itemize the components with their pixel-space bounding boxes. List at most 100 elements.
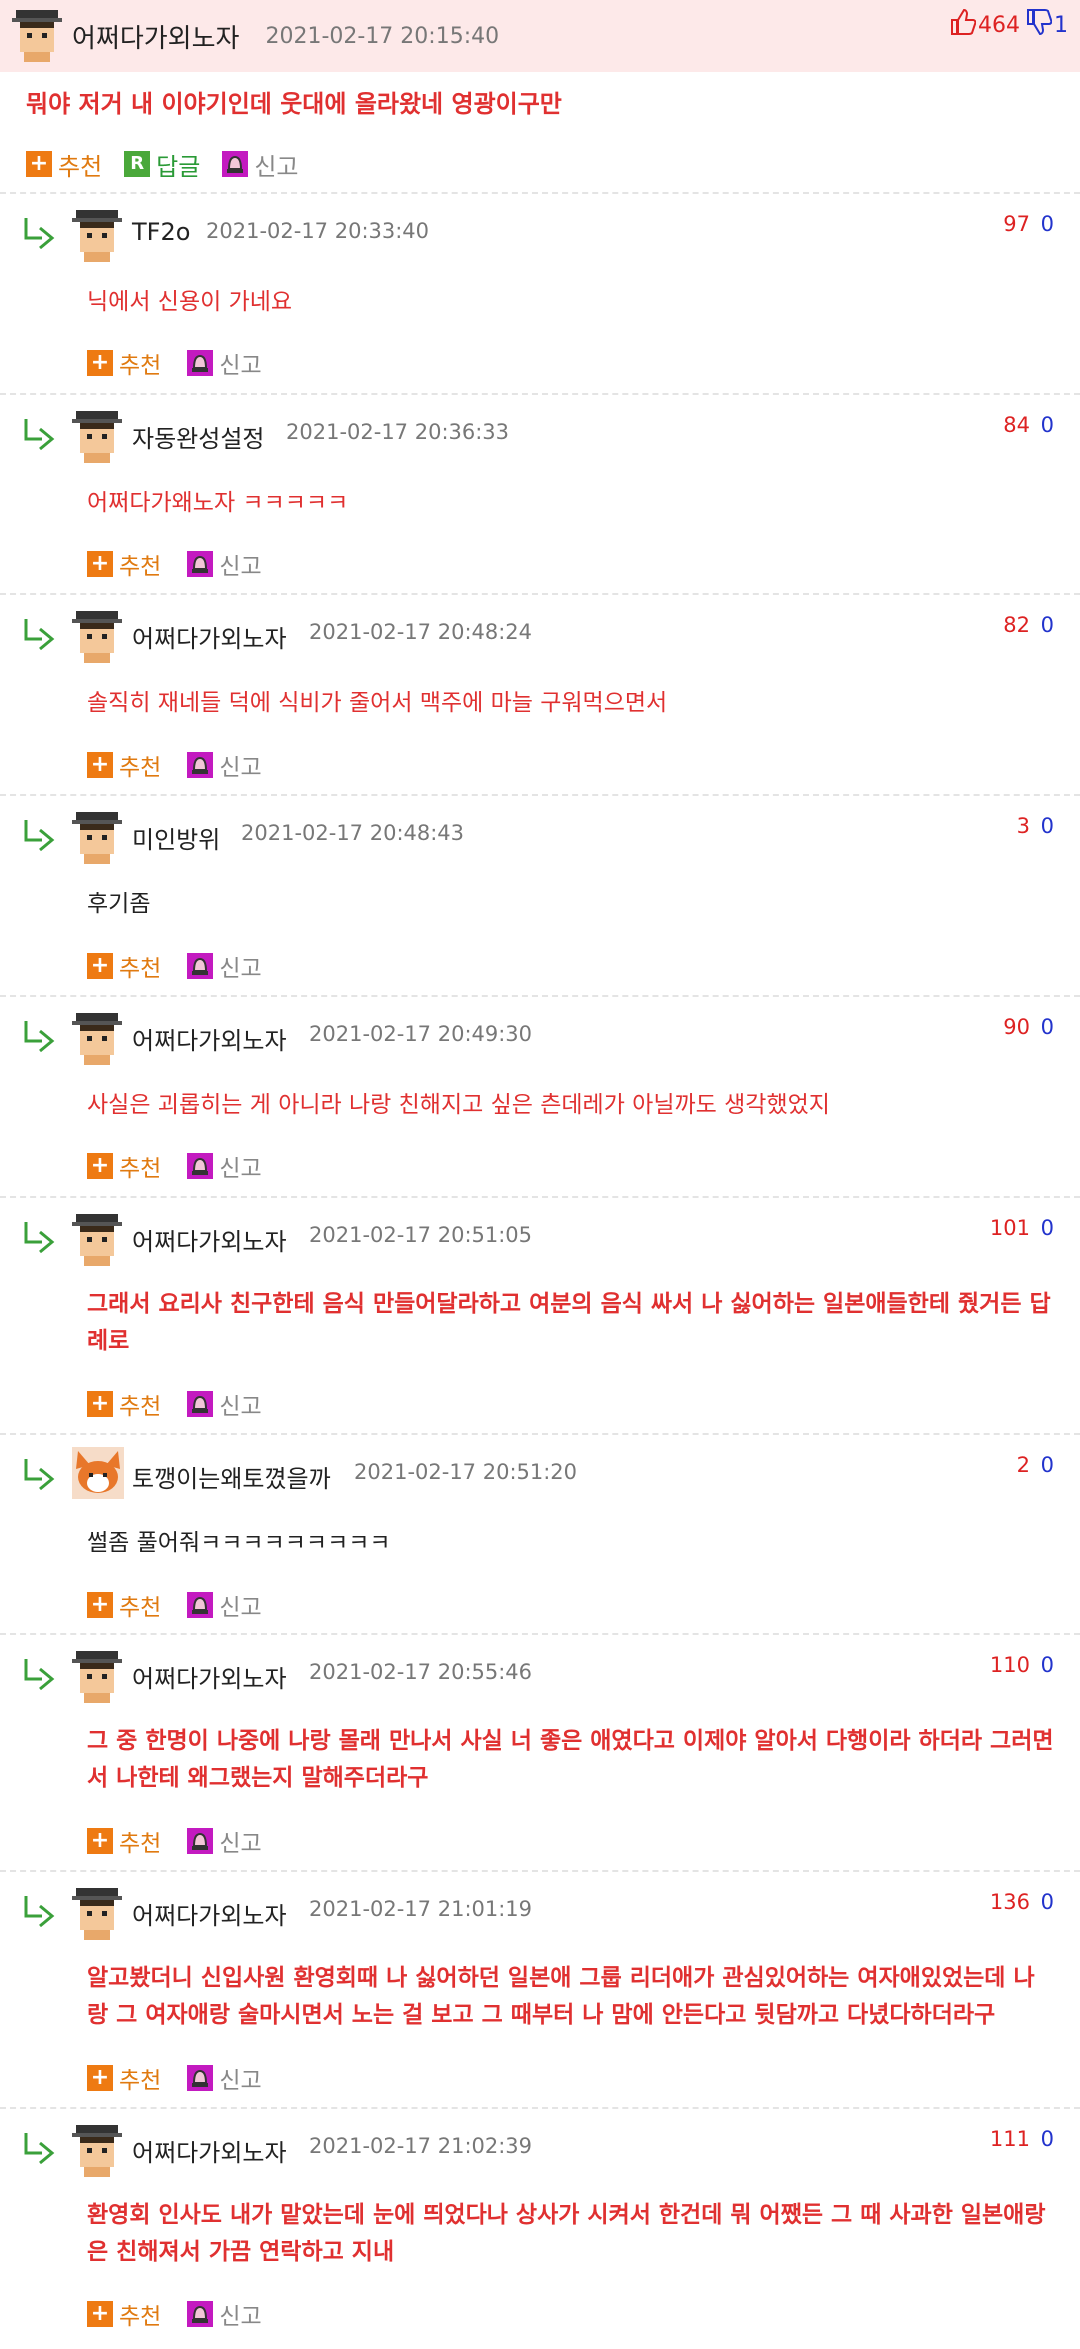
recommend-button[interactable]: + 추천 (87, 748, 161, 782)
reply-arrow-icon (22, 1455, 58, 1491)
report-button[interactable]: 신고 (187, 2061, 262, 2095)
reply-item: 미인방위 2021-02-17 20:48:43 3 0 후기좀 + 추천 신고 (0, 794, 1080, 995)
reply-actions: + 추천 신고 (87, 949, 262, 983)
thumbs-up-icon[interactable] (950, 8, 977, 42)
avatar[interactable] (72, 1647, 122, 1707)
reply-actions: + 추천 신고 (87, 2061, 262, 2095)
reply-upvote-count: 136 (989, 1890, 1030, 1914)
reply-arrow-icon (22, 615, 58, 651)
comment-actions: + 추천 R 답글 신고 (0, 136, 1080, 192)
reply-nickname[interactable]: 어쩌다가외노자 (132, 1659, 287, 1694)
reply-nickname[interactable]: 어쩌다가외노자 (132, 1896, 287, 1931)
reply-item: 토깽이는왜토꼈을까 2021-02-17 20:51:20 2 0 썰좀 풀어줘ㅋㅋㅋ… (0, 1433, 1080, 1633)
reply-downvote-count: 0 (1040, 1453, 1054, 1477)
reply-votes: 90 0 (1003, 1015, 1054, 1039)
recommend-button[interactable]: + 추천 (87, 1149, 161, 1183)
avatar[interactable] (72, 1210, 122, 1270)
main-comment-header: 어쩌다가외노자 2021-02-17 20:15:40 464 1 (0, 0, 1080, 72)
reply-votes: 3 0 (1017, 814, 1054, 838)
reply-text: 사실은 괴롭히는 게 아니라 나랑 친해지고 싶은 츤데레가 아닐까도 생각했었… (87, 1092, 830, 1118)
siren-icon (187, 350, 214, 376)
reply-nickname[interactable]: 어쩌다가외노자 (132, 2133, 287, 2168)
avatar[interactable] (72, 407, 122, 467)
reply-date: 2021-02-17 20:33:40 (206, 219, 430, 243)
avatar[interactable] (72, 1447, 124, 1503)
reply-item: 어쩌다가외노자 2021-02-17 21:02:39 111 0 환영회 인사도 내… (0, 2107, 1080, 2349)
recommend-button[interactable]: + 추천 (26, 147, 102, 182)
reply-item: 어쩌다가외노자 2021-02-17 20:48:24 82 0 솔직히 재네들 덕에… (0, 593, 1080, 794)
avatar[interactable] (72, 2121, 122, 2181)
reply-date: 2021-02-17 20:36:33 (286, 420, 510, 444)
recommend-button[interactable]: + 추천 (87, 2297, 161, 2331)
report-button[interactable]: 신고 (187, 1588, 262, 1622)
reply-arrow-icon (22, 1218, 58, 1254)
reply-nickname[interactable]: 어쩌다가외노자 (132, 619, 287, 654)
reply-upvote-count: 3 (1016, 814, 1030, 838)
reply-votes: 82 0 (1003, 613, 1054, 637)
reply-date: 2021-02-17 20:48:24 (309, 620, 533, 644)
report-button[interactable]: 신고 (187, 1824, 262, 1858)
author-nickname[interactable]: 어쩌다가외노자 (72, 18, 239, 55)
reply-upvote-count: 84 (1003, 413, 1030, 437)
recommend-button[interactable]: + 추천 (87, 1588, 161, 1622)
reply-actions: + 추천 신고 (87, 748, 262, 782)
avatar[interactable] (72, 607, 122, 667)
avatar[interactable] (72, 206, 122, 266)
reply-actions: + 추천 신고 (87, 1824, 262, 1858)
recommend-button[interactable]: + 추천 (87, 346, 161, 380)
siren-icon (187, 1391, 214, 1417)
reply-votes: 97 0 (1003, 212, 1054, 236)
siren-icon (187, 752, 214, 778)
plus-icon: + (87, 1391, 113, 1417)
report-button[interactable]: 신고 (187, 2297, 262, 2331)
reply-nickname[interactable]: 자동완성설정 (132, 419, 264, 454)
recommend-button[interactable]: + 추천 (87, 2061, 161, 2095)
reply-text: 솔직히 재네들 덕에 식비가 줄어서 맥주에 마늘 구워먹으면서 (87, 690, 668, 716)
report-button[interactable]: 신고 (222, 147, 299, 182)
reply-nickname[interactable]: 미인방위 (132, 820, 220, 855)
reply-date: 2021-02-17 21:01:19 (309, 1897, 533, 1921)
comment-text: 뭐야 저거 내 이야기인데 웃대에 올라왔네 영광이구만 (26, 90, 562, 118)
reply-item: 어쩌다가외노자 2021-02-17 20:49:30 90 0 사실은 괴롭히는 게… (0, 995, 1080, 1196)
recommend-button[interactable]: + 추천 (87, 1387, 161, 1421)
reply-upvote-count: 2 (1016, 1453, 1030, 1477)
report-button[interactable]: 신고 (187, 949, 262, 983)
reply-actions: + 추천 신고 (87, 346, 262, 380)
report-button[interactable]: 신고 (187, 1387, 262, 1421)
reply-date: 2021-02-17 20:49:30 (309, 1022, 533, 1046)
siren-icon (187, 1592, 214, 1618)
avatar[interactable] (72, 1009, 122, 1069)
plus-icon: + (26, 151, 52, 177)
upvote-count: 464 (978, 12, 1020, 38)
reply-arrow-icon (22, 214, 58, 250)
reply-upvote-count: 110 (989, 1653, 1030, 1677)
reply-date: 2021-02-17 20:48:43 (241, 821, 465, 845)
reply-nickname[interactable]: 어쩌다가외노자 (132, 1021, 287, 1056)
downvote-count: 1 (1054, 12, 1068, 38)
thumbs-down-icon[interactable] (1026, 8, 1053, 42)
reply-button[interactable]: R 답글 (124, 147, 200, 182)
reply-arrow-icon (22, 816, 58, 852)
recommend-button[interactable]: + 추천 (87, 949, 161, 983)
reply-arrow-icon (22, 1017, 58, 1053)
report-button[interactable]: 신고 (187, 1149, 262, 1183)
report-button[interactable]: 신고 (187, 748, 262, 782)
siren-icon (187, 2065, 214, 2091)
avatar[interactable] (72, 1884, 122, 1944)
report-button[interactable]: 신고 (187, 346, 262, 380)
reply-upvote-count: 82 (1003, 613, 1030, 637)
reply-nickname[interactable]: 토깽이는왜토꼈을까 (132, 1459, 331, 1494)
reply-nickname[interactable]: 어쩌다가외노자 (132, 1222, 287, 1257)
reply-text: 환영회 인사도 내가 맡았는데 눈에 띄었다나 상사가 시켜서 한건데 뭐 어쨌… (87, 2202, 1046, 2265)
reply-text: 그래서 요리사 친구한테 음식 만들어달라하고 여분의 음식 싸서 나 싫어하는… (87, 1291, 1051, 1354)
reply-nickname[interactable]: TF2o (132, 218, 190, 246)
recommend-button[interactable]: + 추천 (87, 1824, 161, 1858)
report-button[interactable]: 신고 (187, 547, 262, 581)
recommend-button[interactable]: + 추천 (87, 547, 161, 581)
reply-actions: + 추천 신고 (87, 1387, 262, 1421)
plus-icon: + (87, 2301, 113, 2327)
avatar[interactable] (12, 6, 62, 66)
plus-icon: + (87, 551, 113, 577)
avatar[interactable] (72, 808, 122, 868)
vote-counts: 464 1 (950, 8, 1068, 42)
